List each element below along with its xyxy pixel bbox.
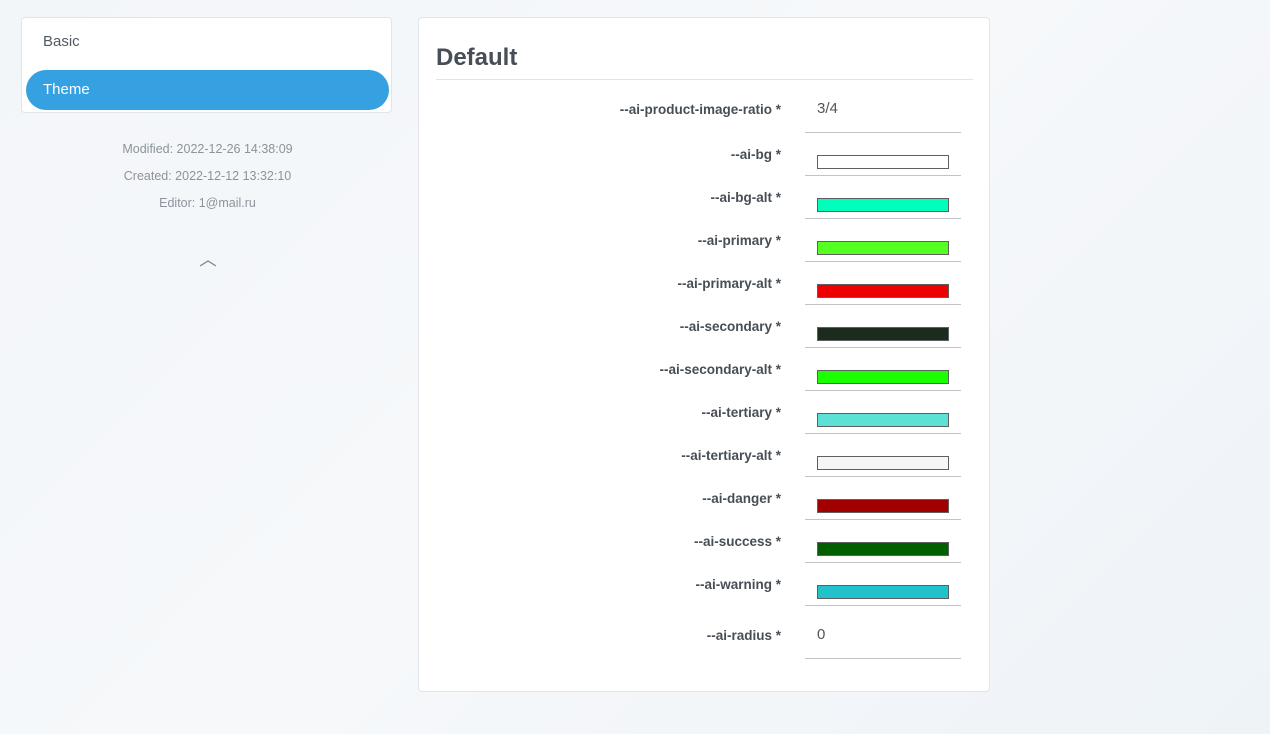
chevron-up-icon[interactable] xyxy=(198,253,218,273)
field-label: --ai-secondary-alt * xyxy=(659,362,781,377)
bg-color-field xyxy=(805,133,961,176)
field-label: --ai-danger * xyxy=(702,491,781,506)
field-value: 3/4 xyxy=(817,100,838,117)
field-row-product-image-ratio: --ai-product-image-ratio * 3/4 xyxy=(419,85,989,133)
sidebar-item-theme[interactable]: Theme xyxy=(26,70,389,110)
field-label: --ai-tertiary * xyxy=(701,405,781,420)
tertiary-color-swatch[interactable] xyxy=(817,413,949,427)
warning-color-swatch[interactable] xyxy=(817,585,949,599)
primary-color-swatch[interactable] xyxy=(817,241,949,255)
primary-alt-color-field xyxy=(805,262,961,305)
page-title: Default xyxy=(436,44,518,71)
bg-alt-color-field xyxy=(805,176,961,219)
field-label: --ai-product-image-ratio * xyxy=(619,101,781,117)
title-divider xyxy=(436,79,973,80)
secondary-alt-color-swatch[interactable] xyxy=(817,370,949,384)
field-value: 0 xyxy=(817,626,826,643)
field-row-secondary-alt: --ai-secondary-alt * xyxy=(419,348,989,391)
bg-alt-color-swatch[interactable] xyxy=(817,198,949,212)
field-row-primary: --ai-primary * xyxy=(419,219,989,262)
field-label: --ai-success * xyxy=(693,534,781,549)
product-image-ratio-input[interactable]: 3/4 xyxy=(805,85,961,133)
editor-email: Editor: 1@mail.ru xyxy=(159,196,256,210)
field-row-success: --ai-success * xyxy=(419,520,989,563)
field-row-tertiary: --ai-tertiary * xyxy=(419,391,989,434)
tertiary-alt-color-swatch[interactable] xyxy=(817,456,949,470)
field-label: --ai-secondary * xyxy=(679,319,781,334)
tertiary-color-field xyxy=(805,391,961,434)
field-label: --ai-warning * xyxy=(695,577,781,592)
field-row-bg: --ai-bg * xyxy=(419,133,989,176)
warning-color-field xyxy=(805,563,961,606)
sidebar-item-basic[interactable]: Basic xyxy=(26,22,389,62)
field-row-radius: --ai-radius * 0 xyxy=(419,611,989,659)
field-label: --ai-bg * xyxy=(730,147,781,162)
secondary-color-swatch[interactable] xyxy=(817,327,949,341)
bg-color-swatch[interactable] xyxy=(817,155,949,169)
field-row-tertiary-alt: --ai-tertiary-alt * xyxy=(419,434,989,477)
field-label: --ai-primary * xyxy=(697,233,781,248)
primary-color-field xyxy=(805,219,961,262)
primary-alt-color-swatch[interactable] xyxy=(817,284,949,298)
field-row-danger: --ai-danger * xyxy=(419,477,989,520)
theme-settings-panel: Default --ai-product-image-ratio * 3/4 -… xyxy=(418,17,990,692)
danger-color-field xyxy=(805,477,961,520)
sidebar-nav: Basic Theme xyxy=(21,17,392,113)
modified-timestamp: Modified: 2022-12-26 14:38:09 xyxy=(122,142,293,156)
field-label: --ai-tertiary-alt * xyxy=(681,448,781,463)
field-label: --ai-radius * xyxy=(706,627,781,643)
field-row-bg-alt: --ai-bg-alt * xyxy=(419,176,989,219)
field-row-secondary: --ai-secondary * xyxy=(419,305,989,348)
field-label: --ai-primary-alt * xyxy=(677,276,781,291)
created-timestamp: Created: 2022-12-12 13:32:10 xyxy=(123,169,292,183)
success-color-swatch[interactable] xyxy=(817,542,949,556)
danger-color-swatch[interactable] xyxy=(817,499,949,513)
field-row-warning: --ai-warning * xyxy=(419,563,989,606)
secondary-alt-color-field xyxy=(805,348,961,391)
radius-input[interactable]: 0 xyxy=(805,611,961,659)
success-color-field xyxy=(805,520,961,563)
secondary-color-field xyxy=(805,305,961,348)
tertiary-alt-color-field xyxy=(805,434,961,477)
field-row-primary-alt: --ai-primary-alt * xyxy=(419,262,989,305)
field-label: --ai-bg-alt * xyxy=(710,190,782,205)
